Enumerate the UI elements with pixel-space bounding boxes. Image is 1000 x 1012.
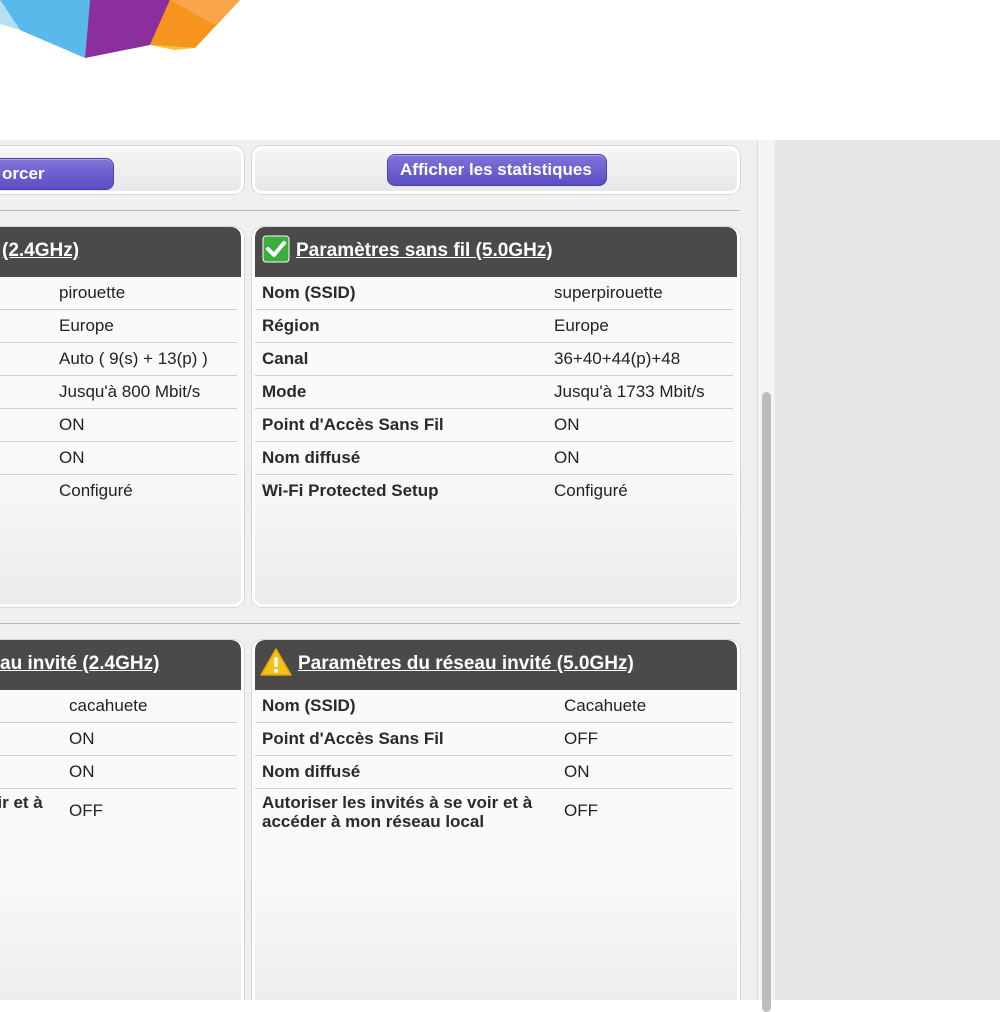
row-value: OFF	[564, 729, 598, 748]
row-value: Cacahuete	[564, 696, 647, 715]
table-row: cacahuete	[0, 690, 237, 723]
table-row: Mode Jusqu'à 1733 Mbit/s	[255, 376, 733, 409]
row-value: OFF	[564, 801, 598, 820]
row-label: oir et à	[0, 793, 43, 812]
row-value: 36+40+44(p)+48	[554, 349, 681, 368]
row-value: ON	[59, 415, 85, 434]
content-pane: orcer Afficher les statistiques (2.4GHz)…	[0, 140, 757, 1000]
panel-header: Paramètres sans fil (5.0GHz)	[255, 227, 737, 277]
main-area: orcer Afficher les statistiques (2.4GHz)…	[0, 140, 1000, 1012]
wireless-50ghz-panel: Paramètres sans fil (5.0GHz) Nom (SSID) s…	[252, 227, 740, 607]
page-header	[0, 0, 1000, 140]
table-row: ON	[0, 756, 237, 789]
show-statistics-button[interactable]: Afficher les statistiques	[387, 154, 607, 186]
row-label: Mode	[262, 382, 307, 401]
panel-header: au invité (2.4GHz)	[0, 640, 241, 690]
row-value: ON	[69, 762, 95, 781]
panel-title[interactable]: au invité (2.4GHz)	[0, 640, 159, 688]
table-row: Autoriser les invités à se voir et à acc…	[255, 789, 733, 837]
table-row: Nom diffusé ON	[255, 442, 733, 475]
row-label: Nom diffusé	[262, 762, 361, 781]
table-row: ON	[0, 409, 237, 442]
wireless-24ghz-panel: (2.4GHz) pirouette Europe Auto ( 9(s) + …	[0, 227, 244, 607]
row-value: Jusqu'à 800 Mbit/s	[59, 382, 201, 401]
row-value: Jusqu'à 1733 Mbit/s	[554, 382, 705, 401]
table-row: Nom diffusé ON	[255, 756, 733, 789]
table-row: oir et à OFF	[0, 789, 237, 837]
guest-50ghz-panel: Paramètres du réseau invité (5.0GHz) Nom…	[252, 640, 740, 1000]
row-value: pirouette	[59, 283, 126, 302]
table-row: Configuré	[0, 475, 237, 507]
table-row: Nom (SSID) Cacahuete	[255, 690, 733, 723]
row-label: Nom diffusé	[262, 448, 361, 467]
row-value: ON	[554, 415, 580, 434]
scrollbar-thumb[interactable]	[762, 392, 771, 1012]
vertical-scrollbar[interactable]	[757, 140, 775, 1012]
stats-action-box: Afficher les statistiques	[252, 146, 740, 194]
row-label: Canal	[262, 349, 309, 368]
table-row: ON	[0, 442, 237, 475]
row-label: Point d'Accès Sans Fil	[262, 415, 444, 434]
panel-title[interactable]: (2.4GHz)	[2, 227, 79, 275]
row-label: Autoriser les invités à se voir et à acc…	[262, 793, 533, 831]
table-row: ON	[0, 723, 237, 756]
row-value: Auto ( 9(s) + 13(p) )	[59, 349, 208, 368]
table-row: Jusqu'à 800 Mbit/s	[0, 376, 237, 409]
table-row: Wi-Fi Protected Setup Configuré	[255, 475, 733, 507]
table-row: Région Europe	[255, 310, 733, 343]
check-icon	[262, 235, 290, 263]
table-row: Europe	[0, 310, 237, 343]
table-row: Nom (SSID) superpirouette	[255, 277, 733, 310]
table-row: Canal 36+40+44(p)+48	[255, 343, 733, 376]
row-value: ON	[554, 448, 580, 467]
row-label: Nom (SSID)	[262, 283, 356, 302]
row-value: OFF	[69, 801, 103, 820]
row-label: Wi-Fi Protected Setup	[262, 481, 439, 500]
divider	[0, 210, 740, 211]
row-label: Région	[262, 316, 320, 335]
brand-logo	[0, 0, 240, 58]
table-row: Auto ( 9(s) + 13(p) )	[0, 343, 237, 376]
row-value: Europe	[554, 316, 609, 335]
row-value: cacahuete	[69, 696, 148, 715]
row-value: Configuré	[59, 481, 133, 500]
row-value: Europe	[59, 316, 114, 335]
panel-title[interactable]: Paramètres sans fil (5.0GHz)	[296, 240, 553, 261]
row-value: ON	[564, 762, 590, 781]
row-value: superpirouette	[554, 283, 663, 302]
left-action-box: orcer	[0, 146, 244, 194]
row-value: ON	[59, 448, 85, 467]
left-action-button[interactable]: orcer	[0, 158, 114, 190]
guest-24ghz-panel: au invité (2.4GHz) cacahuete ON ON oir e…	[0, 640, 244, 1000]
row-value: Configuré	[554, 481, 628, 500]
row-label: Nom (SSID)	[262, 696, 356, 715]
panel-header: (2.4GHz)	[0, 227, 241, 277]
warning-icon	[260, 648, 292, 676]
panel-header: Paramètres du réseau invité (5.0GHz)	[255, 640, 737, 690]
row-label: Point d'Accès Sans Fil	[262, 729, 444, 748]
row-value: ON	[69, 729, 95, 748]
divider	[0, 623, 740, 624]
table-row: Point d'Accès Sans Fil OFF	[255, 723, 733, 756]
panel-title[interactable]: Paramètres du réseau invité (5.0GHz)	[298, 653, 634, 674]
table-row: Point d'Accès Sans Fil ON	[255, 409, 733, 442]
table-row: pirouette	[0, 277, 237, 310]
